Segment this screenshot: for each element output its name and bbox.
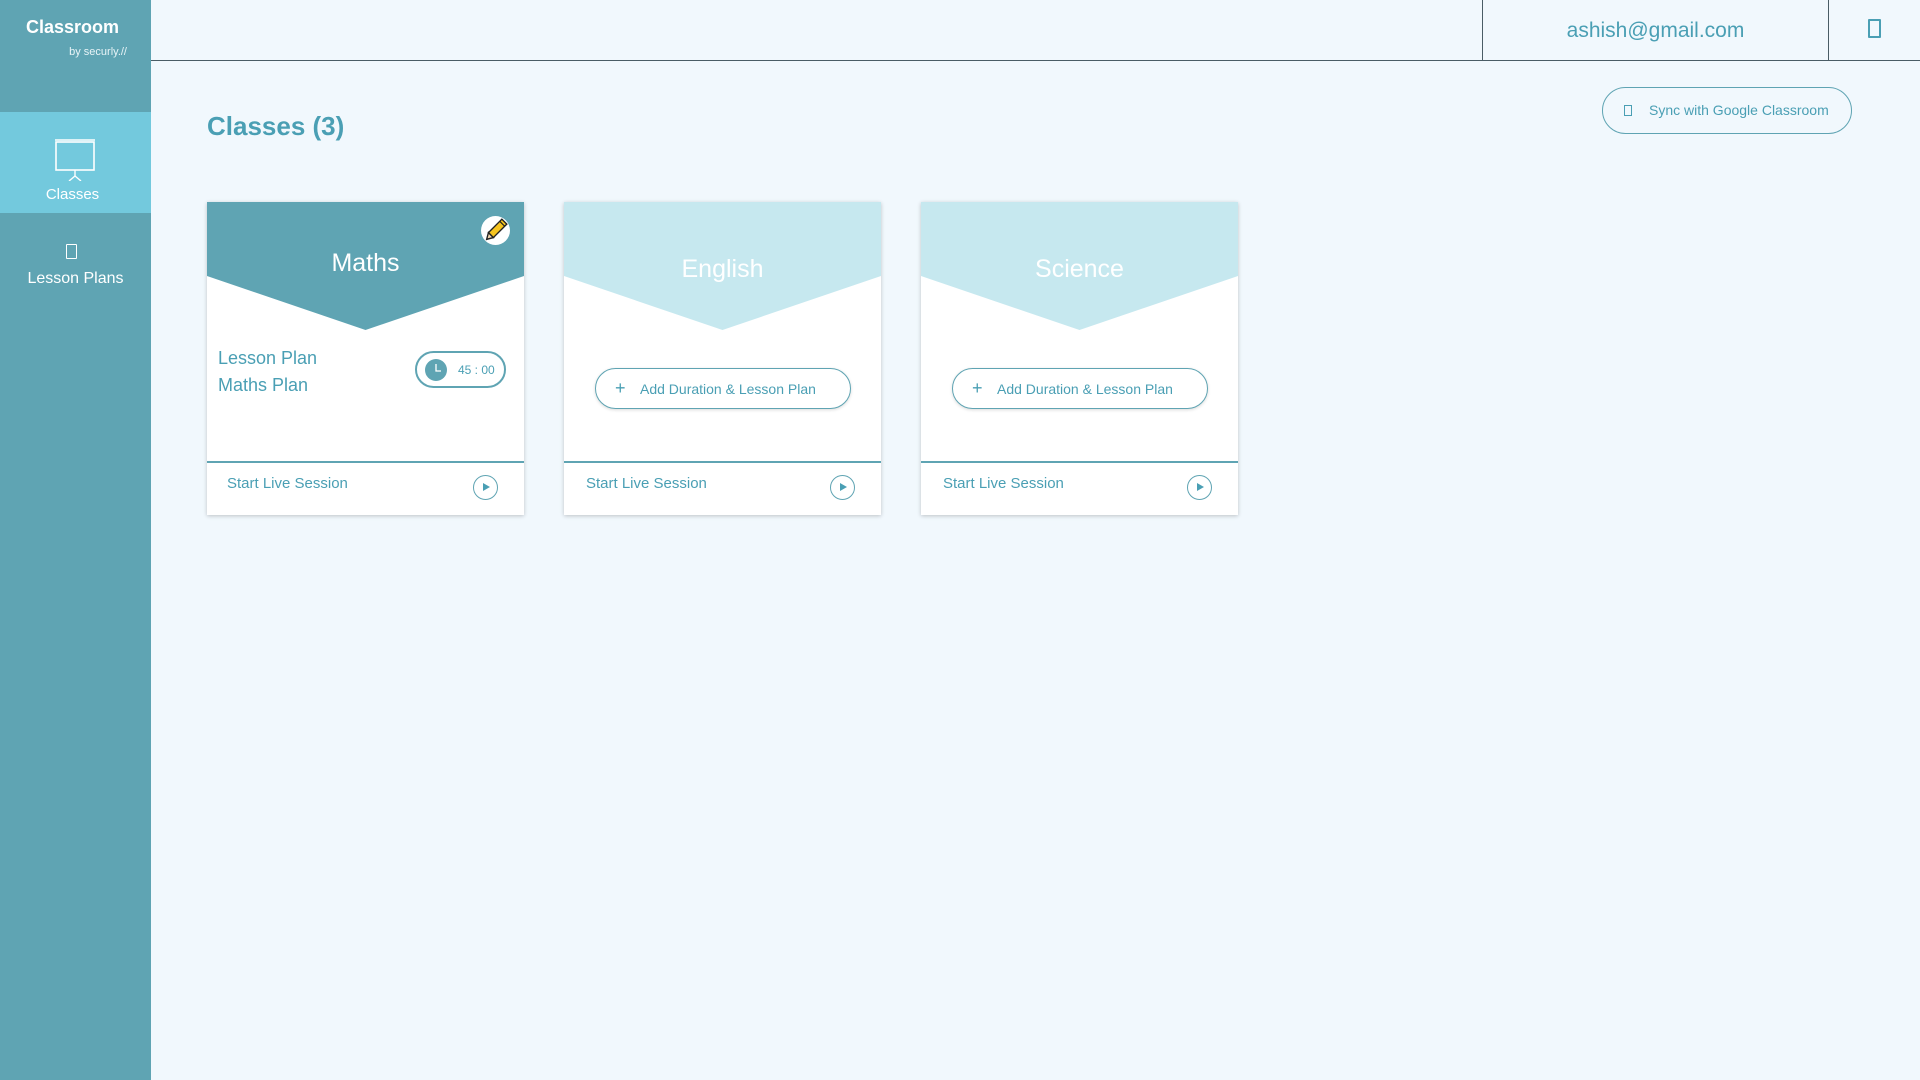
edit-button[interactable] [481,216,510,245]
sidebar: Classroom by securly.// Classes Lesson P… [0,0,151,1080]
plus-icon: + [972,378,983,398]
pencil-icon [485,218,508,241]
brand-title: Classroom [26,17,120,37]
class-card-maths[interactable]: Maths Lesson Plan Maths Plan 45 : 00 Sta… [207,202,524,515]
sidebar-item-lesson-plans[interactable]: Lesson Plans [0,236,151,296]
google-classroom-icon [1624,105,1632,116]
play-icon [473,475,498,500]
play-icon [830,475,855,500]
sync-google-classroom-button[interactable]: Sync with Google Classroom [1602,87,1852,134]
plus-icon: + [615,378,626,398]
start-live-session-button[interactable]: Start Live Session [207,461,524,515]
start-live-session-button[interactable]: Start Live Session [921,461,1238,515]
start-live-session-label: Start Live Session [227,475,348,492]
brand-logo: Classroom by securly.// [0,17,151,58]
start-live-session-label: Start Live Session [586,475,707,492]
presentation-board-icon [55,139,95,181]
page-title: Classes (3) [207,111,345,141]
sidebar-item-classes[interactable]: Classes [0,112,151,213]
clock-icon [425,359,447,381]
duration-value: 45 : 00 [458,363,495,377]
add-button-label: Add Duration & Lesson Plan [997,381,1173,397]
sidebar-item-label: Classes [45,186,100,203]
play-icon [1187,475,1212,500]
lesson-plan-name: Maths Plan [218,375,309,395]
brand-subtitle: by securly.// [69,46,127,58]
duration-pill[interactable]: 45 : 00 [415,351,506,388]
lesson-plan-label: Lesson Plan [218,348,318,368]
sidebar-item-label: Lesson Plans [27,270,124,287]
add-button-label: Add Duration & Lesson Plan [640,381,816,397]
class-name: English [681,255,764,283]
class-name: Science [1035,255,1124,283]
class-card-science[interactable]: Science + Add Duration & Lesson Plan Sta… [921,202,1238,515]
class-name: Maths [331,249,400,277]
top-header: ashish@gmail.com [151,0,1920,61]
sync-button-label: Sync with Google Classroom [1649,102,1829,118]
logout-icon [1868,19,1881,38]
lesson-plan-icon [66,244,77,259]
start-live-session-label: Start Live Session [943,475,1064,492]
add-duration-lesson-plan-button[interactable]: + Add Duration & Lesson Plan [952,368,1208,409]
lesson-plan-info: Lesson Plan Maths Plan [218,345,317,399]
class-card-english[interactable]: English + Add Duration & Lesson Plan Sta… [564,202,881,515]
start-live-session-button[interactable]: Start Live Session [564,461,881,515]
user-email[interactable]: ashish@gmail.com [1482,0,1828,61]
logout-button[interactable] [1828,0,1920,61]
add-duration-lesson-plan-button[interactable]: + Add Duration & Lesson Plan [595,368,851,409]
